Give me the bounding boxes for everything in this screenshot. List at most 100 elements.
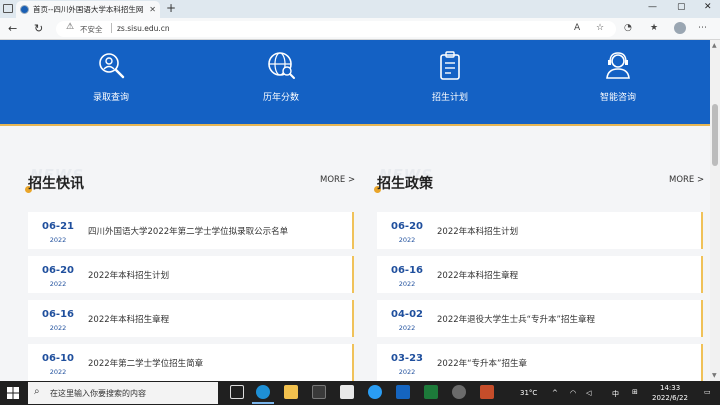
warning-icon[interactable]: ⚠ xyxy=(66,22,74,32)
more-link[interactable]: MORE > xyxy=(669,175,704,185)
zhihu-watermark: 知乎 @遁haruka xyxy=(540,364,663,382)
item-accent-bar xyxy=(701,344,703,381)
news-date: 03-23 xyxy=(391,353,423,364)
scroll-up-icon[interactable]: ▲ xyxy=(712,42,717,49)
policy-list-item[interactable]: 04-02 2022 2022年退役大学生士兵“专升本”招生章程 xyxy=(377,300,703,337)
news-title[interactable]: 四川外国语大学2022年第二学士学位拟录取公示名单 xyxy=(88,225,288,237)
news-list-item[interactable]: 06-16 2022 2022年本科招生章程 xyxy=(28,300,354,337)
clock-time[interactable]: 14:33 xyxy=(660,384,680,392)
close-window-button[interactable]: ✕ xyxy=(704,2,712,12)
active-tab[interactable]: 首页--四川外国语大学本科招生网 ✕ xyxy=(16,1,160,18)
refresh-icon[interactable]: ↻ xyxy=(34,22,43,35)
band-divider xyxy=(0,124,710,126)
news-title[interactable]: 2022年本科招生章程 xyxy=(88,313,169,325)
policy-list-item[interactable]: 06-16 2022 2022年本科招生章程 xyxy=(377,256,703,293)
item-accent-bar xyxy=(352,212,354,249)
news-year: 2022 xyxy=(398,280,416,288)
ime-indicator[interactable]: 中 xyxy=(612,389,619,399)
quick-link-label: 智能咨询 xyxy=(599,93,636,103)
clipboard-icon xyxy=(440,51,460,80)
tray-expand-icon[interactable]: ^ xyxy=(552,389,558,397)
news-date: 06-20 xyxy=(391,221,423,232)
back-icon[interactable]: ← xyxy=(8,22,17,35)
globe-search-icon xyxy=(268,52,295,79)
news-date: 04-02 xyxy=(391,309,423,320)
feedback-icon[interactable]: ◔ xyxy=(624,23,632,33)
news-title[interactable]: 2022年“专升本”招生章 xyxy=(437,357,527,369)
support-agent-icon xyxy=(606,52,630,79)
ime-mode-icon[interactable]: ⊞ xyxy=(632,388,638,396)
item-accent-bar xyxy=(352,344,354,381)
news-list-item[interactable]: 06-20 2022 2022年本科招生计划 xyxy=(28,256,354,293)
section-title: 招生快讯 xyxy=(28,176,84,192)
url-divider xyxy=(111,23,112,33)
page-scrollbar[interactable]: ▲ ▼ xyxy=(710,40,720,381)
task-view-icon[interactable] xyxy=(230,385,244,399)
news-year: 2022 xyxy=(49,280,67,288)
mail-icon[interactable] xyxy=(340,385,354,399)
quick-links-band: 录取查询 历年分数 招生计划 智能咨询 xyxy=(0,40,710,124)
notification-icon[interactable]: ▭ xyxy=(704,388,711,396)
maximize-button[interactable]: ▢ xyxy=(677,2,686,12)
section-title: 招生政策 xyxy=(377,176,433,192)
news-year: 2022 xyxy=(398,236,416,244)
news-date: 06-21 xyxy=(42,221,74,232)
edge-browser-icon[interactable] xyxy=(256,385,270,399)
security-status[interactable]: 不安全 xyxy=(80,24,103,35)
more-menu-icon[interactable]: ⋯ xyxy=(698,23,707,33)
policy-list-item[interactable]: 06-20 2022 2022年本科招生计划 xyxy=(377,212,703,249)
news-date: 06-20 xyxy=(42,265,74,276)
excel-icon[interactable] xyxy=(424,385,438,399)
network-icon[interactable]: ◠ xyxy=(570,389,576,397)
tab-title: 首页--四川外国语大学本科招生网 xyxy=(33,5,144,14)
scrollbar-thumb[interactable] xyxy=(712,104,718,166)
volume-icon[interactable]: ◁ xyxy=(586,389,591,397)
url-text[interactable]: zs.sisu.edu.cn xyxy=(117,24,170,33)
collections-icon[interactable]: ★ xyxy=(650,23,658,33)
quick-link-smart-consult[interactable]: 智能咨询 xyxy=(573,50,663,103)
file-explorer-icon[interactable] xyxy=(284,385,298,399)
app-icon[interactable] xyxy=(396,385,410,399)
taskbar-search-box[interactable]: ⌕ 在这里输入你要搜索的内容 xyxy=(28,382,218,404)
tab-close-icon[interactable]: ✕ xyxy=(149,5,156,14)
app-icon[interactable] xyxy=(452,385,466,399)
tab-actions-icon[interactable] xyxy=(3,4,13,13)
tab-strip: 首页--四川外国语大学本科招生网 ✕ + — ▢ ✕ xyxy=(0,0,720,18)
news-title[interactable]: 2022年本科招生章程 xyxy=(437,269,518,281)
news-year: 2022 xyxy=(398,324,416,332)
news-date: 06-16 xyxy=(391,265,423,276)
app-icon[interactable] xyxy=(480,385,494,399)
news-title[interactable]: 2022年本科招生计划 xyxy=(88,269,169,281)
news-list-item[interactable]: 06-10 2022 2022年第二学士学位招生简章 xyxy=(28,344,354,381)
quick-link-historical-scores[interactable]: 历年分数 xyxy=(236,50,326,103)
app-icon[interactable] xyxy=(368,385,382,399)
quick-link-enrollment-plan[interactable]: 招生计划 xyxy=(405,50,495,103)
clock-date[interactable]: 2022/6/22 xyxy=(652,394,688,402)
windows-start-icon[interactable] xyxy=(7,387,19,399)
news-title[interactable]: 2022年第二学士学位招生简章 xyxy=(88,357,203,369)
search-placeholder: 在这里输入你要搜索的内容 xyxy=(50,389,146,398)
scroll-down-icon[interactable]: ▼ xyxy=(712,372,717,379)
quick-link-admission-query[interactable]: 录取查询 xyxy=(66,50,156,103)
item-accent-bar xyxy=(701,300,703,337)
new-tab-button[interactable]: + xyxy=(166,1,176,15)
read-aloud-icon[interactable]: A xyxy=(574,23,580,33)
address-toolbar: ← ↻ ⚠ 不安全 zs.sisu.edu.cn A ☆ ◔ ★ ⋯ xyxy=(0,18,720,40)
store-icon[interactable] xyxy=(312,385,326,399)
site-favicon-icon xyxy=(20,5,29,14)
quick-link-label: 历年分数 xyxy=(262,93,299,103)
news-title[interactable]: 2022年退役大学生士兵“专升本”招生章程 xyxy=(437,313,595,325)
favorite-add-icon[interactable]: ☆ xyxy=(596,23,604,33)
news-date: 06-10 xyxy=(42,353,74,364)
news-list-item[interactable]: 06-21 2022 四川外国语大学2022年第二学士学位拟录取公示名单 xyxy=(28,212,354,249)
news-title[interactable]: 2022年本科招生计划 xyxy=(437,225,518,237)
minimize-button[interactable]: — xyxy=(648,2,657,12)
profile-avatar[interactable] xyxy=(674,22,686,34)
more-link[interactable]: MORE > xyxy=(320,175,355,185)
news-year: 2022 xyxy=(49,324,67,332)
search-icon: ⌕ xyxy=(34,386,40,397)
item-accent-bar xyxy=(352,256,354,293)
weather-temperature[interactable]: 31°C xyxy=(520,389,537,397)
news-year: 2022 xyxy=(49,236,67,244)
search-icon xyxy=(99,53,125,79)
